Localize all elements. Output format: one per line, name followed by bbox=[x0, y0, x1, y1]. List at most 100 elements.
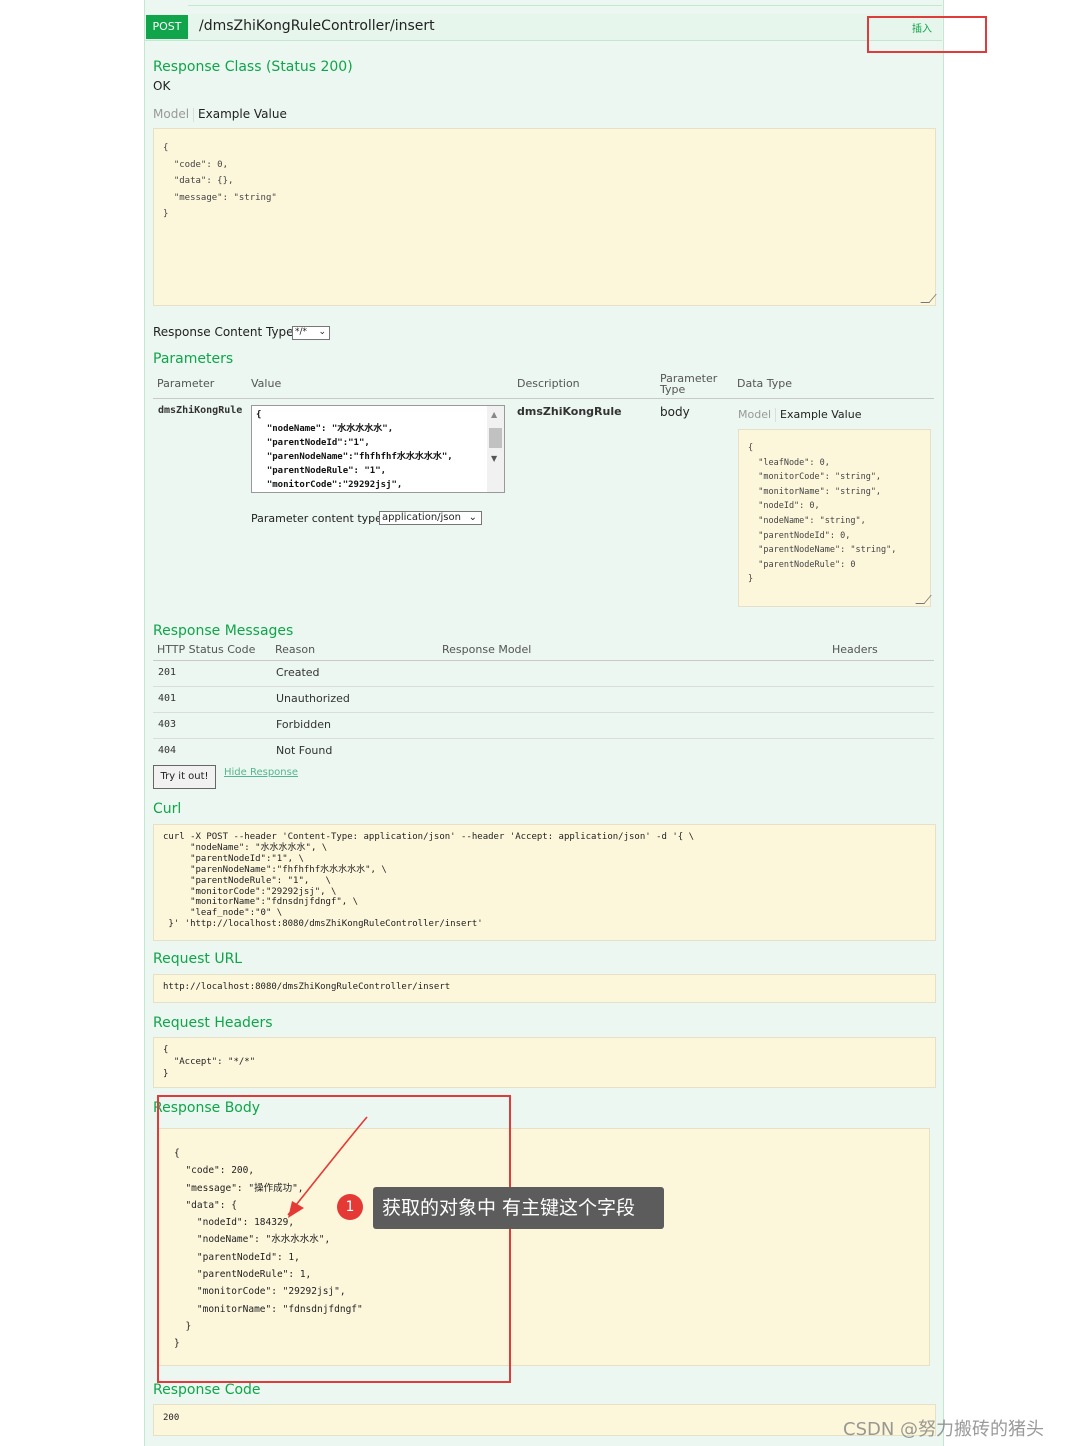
tab-example-value[interactable]: Example Value bbox=[198, 107, 287, 121]
json-line: "data": {}, bbox=[163, 176, 234, 186]
json-line: "nodeName": "水水水水水", bbox=[256, 424, 394, 434]
json-line: "nodeName": "string", bbox=[748, 515, 866, 526]
response-content-type-label: Response Content Type bbox=[153, 325, 294, 339]
param-header-parameter-type: Parameter Type bbox=[660, 372, 718, 396]
json-line: { bbox=[163, 1045, 169, 1055]
curl-line: "monitorCode":"29292jsj", \ bbox=[163, 886, 337, 897]
rm-code: 404 bbox=[158, 745, 177, 756]
rm-code: 403 bbox=[158, 719, 177, 730]
response-class-example: { "code": 0, "data": {}, "message": "str… bbox=[153, 128, 937, 306]
json-line: { bbox=[748, 443, 754, 453]
param-value-textarea[interactable]: { "nodeName": "水水水水水", "parentNodeId":"1… bbox=[251, 405, 505, 493]
rm-reason: Created bbox=[276, 666, 320, 679]
curl-line: "leaf_node":"0" \ bbox=[163, 908, 283, 919]
json-line: "Accept": "*/*" bbox=[163, 1057, 256, 1067]
chevron-down-icon: ⌄ bbox=[468, 512, 477, 523]
param-content-type-select[interactable]: application/json ⌄ bbox=[379, 511, 482, 525]
param-header-parameter: Parameter bbox=[157, 377, 215, 390]
parameters-title: Parameters bbox=[153, 351, 234, 367]
tab-example-value[interactable]: Example Value bbox=[780, 408, 861, 421]
response-class-tabs: Model Example Value bbox=[153, 107, 287, 122]
resize-handle-icon[interactable] bbox=[920, 294, 937, 303]
param-header-divider bbox=[153, 398, 934, 399]
param-header-value: Value bbox=[251, 377, 282, 390]
http-method-badge[interactable]: POST bbox=[146, 15, 188, 39]
param-example-value[interactable]: { "leafNode": 0, "monitorCode": "string"… bbox=[738, 429, 932, 607]
json-line: "parenNodeName":"fhfhfhf水水水水水", bbox=[256, 452, 453, 462]
response-code-value: 200 bbox=[163, 1413, 180, 1423]
tab-separator bbox=[193, 107, 195, 122]
param-header-data-type: Data Type bbox=[737, 377, 793, 390]
json-line: "nodeId": 0, bbox=[748, 501, 820, 512]
tab-model[interactable]: Model bbox=[738, 408, 771, 421]
json-line: "parentNodeId": 0, bbox=[748, 530, 851, 541]
rm-code: 401 bbox=[158, 693, 177, 704]
param-value-json: { "nodeName": "水水水水水", "parentNodeId":"1… bbox=[256, 408, 453, 492]
hide-response-link[interactable]: Hide Response bbox=[224, 767, 298, 778]
param-datatype-tabs: Model Example Value bbox=[738, 408, 861, 422]
curl-title: Curl bbox=[153, 801, 182, 817]
json-line: "monitorName": "string", bbox=[748, 486, 882, 497]
curl-line: "parentNodeId":"1", \ bbox=[163, 853, 304, 864]
json-line: "monitorCode":"29292jsj", bbox=[256, 480, 403, 490]
json-line: { bbox=[256, 410, 262, 420]
request-url-block: http://localhost:8080/dmsZhiKongRuleCont… bbox=[153, 974, 936, 1003]
param-header-description: Description bbox=[517, 377, 580, 390]
curl-line: "nodeName": "水水水水水", \ bbox=[163, 842, 328, 853]
operation-path[interactable]: /dmsZhiKongRuleController/insert bbox=[199, 18, 435, 34]
json-line: } bbox=[748, 574, 754, 585]
response-messages-title: Response Messages bbox=[153, 623, 294, 639]
annotation-arrow bbox=[287, 1116, 368, 1218]
rm-reason: Unauthorized bbox=[276, 692, 350, 705]
json-line: "parentNodeId":"1", bbox=[256, 438, 370, 448]
request-url-title: Request URL bbox=[153, 951, 243, 967]
highlight-box-summary bbox=[867, 16, 987, 53]
json-line: } bbox=[163, 209, 169, 219]
response-code-title: Response Code bbox=[153, 1382, 261, 1398]
response-content-type-select[interactable]: */* ⌄ bbox=[292, 326, 330, 340]
rm-row-divider bbox=[153, 686, 934, 687]
curl-line: "parentNodeRule": "1", \ bbox=[163, 875, 331, 886]
curl-line: curl -X POST --header 'Content-Type: app… bbox=[163, 832, 695, 842]
param-name: dmsZhiKongRule bbox=[158, 405, 243, 416]
curl-line: "monitorName":"fdnsdnjfdngf", \ bbox=[163, 897, 359, 908]
rm-header-headers: Headers bbox=[832, 643, 878, 656]
scrollbar-thumb[interactable] bbox=[489, 428, 502, 448]
rm-row-divider bbox=[153, 712, 934, 713]
rm-header-response-model: Response Model bbox=[442, 643, 532, 656]
rm-row-divider bbox=[153, 738, 934, 739]
example-json: { "code": 0, "data": {}, "message": "str… bbox=[163, 140, 277, 223]
json-line: "message": "string" bbox=[163, 192, 277, 203]
request-headers-title: Request Headers bbox=[153, 1015, 273, 1031]
curl-line: }' 'http://localhost:8080/dmsZhiKongRule… bbox=[163, 919, 483, 930]
response-class-title: Response Class (Status 200) bbox=[153, 59, 353, 75]
request-headers-json: { "Accept": "*/*"} bbox=[163, 1044, 255, 1080]
scroll-down-icon[interactable]: ▼ bbox=[491, 454, 497, 463]
json-line: "parentNodeName": "string", bbox=[748, 545, 897, 556]
curl-line: "parenNodeName":"fhfhfhf水水水水水", \ bbox=[163, 864, 387, 875]
resize-handle-icon[interactable] bbox=[915, 595, 932, 604]
rm-reason: Not Found bbox=[276, 744, 333, 757]
json-line: { bbox=[163, 143, 169, 153]
try-it-out-button[interactable]: Try it out! bbox=[153, 765, 216, 789]
previous-operation-edge bbox=[188, 0, 942, 6]
rm-code: 201 bbox=[158, 667, 177, 678]
scroll-up-icon[interactable]: ▲ bbox=[491, 410, 497, 419]
request-url-value: http://localhost:8080/dmsZhiKongRuleCont… bbox=[163, 982, 451, 992]
rm-header-status-code: HTTP Status Code bbox=[157, 643, 256, 656]
annotation-tooltip: 获取的对象中 有主键这个字段 bbox=[373, 1187, 664, 1229]
json-line: "code": 0, bbox=[163, 159, 229, 170]
response-class-status: OK bbox=[153, 79, 171, 93]
textarea-scrollbar[interactable]: ▲ ▼ bbox=[487, 406, 504, 492]
param-description: dmsZhiKongRule bbox=[517, 405, 622, 418]
rm-header-reason: Reason bbox=[275, 643, 316, 656]
watermark: CSDN @努力搬砖的猪头 bbox=[843, 1419, 1045, 1440]
curl-command: curl -X POST --header 'Content-Type: app… bbox=[163, 832, 694, 930]
json-line: "parentNodeRule": "1", bbox=[256, 466, 387, 476]
chevron-down-icon: ⌄ bbox=[318, 327, 326, 337]
response-code-block: 200 bbox=[153, 1404, 936, 1436]
select-value: */* bbox=[295, 327, 308, 337]
example-json: { "leafNode": 0, "monitorCode": "string"… bbox=[748, 441, 896, 587]
tab-model[interactable]: Model bbox=[153, 107, 189, 121]
request-headers-block: { "Accept": "*/*"} bbox=[153, 1037, 936, 1088]
